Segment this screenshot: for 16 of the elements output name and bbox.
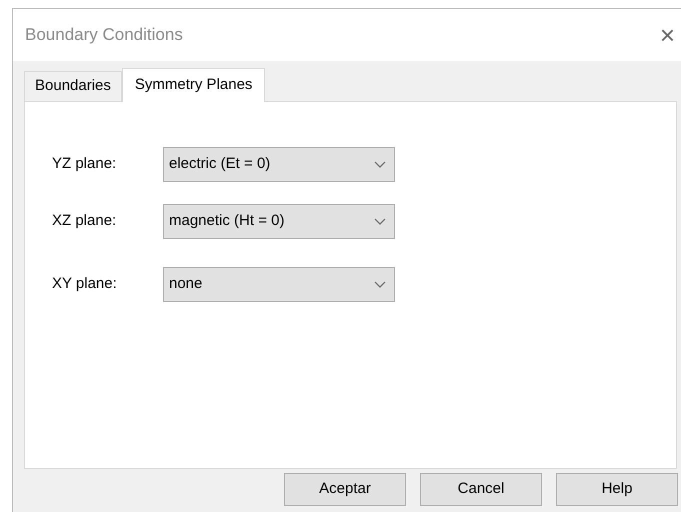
close-button[interactable]: × [656, 22, 679, 48]
dialog-button[interactable]: Help [556, 473, 678, 506]
chevron-down-icon [374, 281, 386, 288]
tab[interactable]: Boundaries [24, 71, 122, 101]
chevron-down-icon [374, 161, 386, 168]
dialog-button[interactable]: Aceptar [284, 473, 406, 506]
dropdown[interactable]: none [163, 267, 395, 302]
chevron-down-icon [374, 218, 386, 225]
field-label: XZ plane: [52, 211, 118, 232]
field-label: XY plane: [52, 274, 118, 294]
window-title: Boundary Conditions [25, 24, 183, 46]
tab[interactable]: Symmetry Planes [122, 68, 266, 102]
dropdown[interactable]: magnetic (Ht = 0) [163, 204, 395, 239]
dialog-button[interactable]: Cancel [420, 473, 542, 506]
dropdown[interactable]: electric (Et = 0) [163, 147, 395, 182]
field-label: YZ plane: [52, 154, 118, 174]
